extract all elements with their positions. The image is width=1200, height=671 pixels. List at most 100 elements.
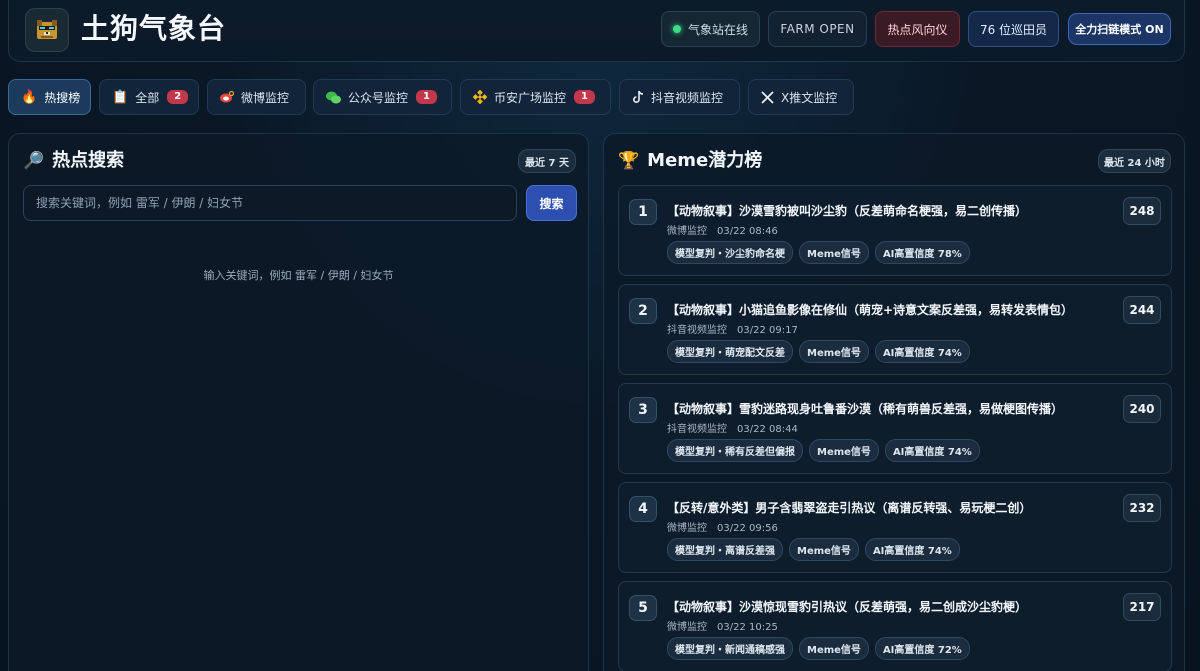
tab-wechat[interactable]: 公众号监控 1 bbox=[313, 79, 452, 115]
tag-model-review: 模型复判・萌宠配文反差 bbox=[667, 340, 793, 363]
meme-item-time: 03/22 10:25 bbox=[717, 622, 778, 633]
meme-item-time: 03/22 08:46 bbox=[717, 226, 778, 237]
trophy-icon: 🏆 bbox=[618, 151, 640, 171]
meme-item-title: 【反转/意外类】男子含翡翠盗走引热议（离谱反转强、易玩梗二创） bbox=[667, 501, 1032, 515]
tab-badge: 2 bbox=[167, 90, 189, 104]
tab-label: 公众号监控 bbox=[348, 90, 409, 105]
search-button[interactable]: 搜索 bbox=[526, 185, 577, 221]
meme-item-tags: 模型复判・沙尘豹命名梗 Meme信号 AI高置信度 78% bbox=[667, 241, 976, 264]
tag-meme-signal: Meme信号 bbox=[799, 241, 869, 264]
meme-item-tags: 模型复判・新闻通稿感强 Meme信号 AI高置信度 72% bbox=[667, 637, 976, 660]
tag-meme-signal: Meme信号 bbox=[799, 340, 869, 363]
tag-ai-confidence: AI高置信度 78% bbox=[874, 241, 970, 264]
meme-item[interactable]: 4 【反转/意外类】男子含翡翠盗走引热议（离谱反转强、易玩梗二创） 微博监控 03… bbox=[618, 482, 1172, 573]
meme-item-meta: 微博监控 03/22 10:25 bbox=[667, 618, 778, 633]
app-title: 土狗气象台 bbox=[81, 12, 227, 45]
patrol-count-badge: 76 位巡田员 bbox=[968, 11, 1059, 47]
tag-model-review: 模型复判・新闻通稿感强 bbox=[667, 637, 793, 660]
app-header: 土狗气象台 气象站在线 FARM OPEN 热点风向仪 76 位巡田员 全力扫链… bbox=[8, 0, 1185, 62]
tab-badge: 1 bbox=[574, 90, 595, 104]
station-online-label: 气象站在线 bbox=[687, 22, 748, 37]
meme-item-title: 【动物叙事】雪豹迷路现身吐鲁番沙漠（稀有萌兽反差强，易做梗图传播） bbox=[667, 402, 1064, 416]
tag-ai-confidence: AI高置信度 74% bbox=[864, 538, 960, 561]
tag-model-review: 模型复判・稀有反差但偏报 bbox=[667, 439, 803, 462]
dog-pixel-icon bbox=[25, 8, 69, 52]
search-input[interactable] bbox=[23, 185, 517, 221]
meme-item-meta: 微博监控 03/22 09:56 bbox=[667, 519, 778, 534]
meme-item[interactable]: 5 【动物叙事】沙漠惊现雪豹引热议（反差萌强，易二创成沙尘豹梗） 微博监控 03/… bbox=[618, 581, 1172, 671]
meme-score: 244 bbox=[1123, 296, 1161, 324]
tab-weibo[interactable]: 微博监控 bbox=[207, 79, 306, 115]
meme-item-tags: 模型复判・稀有反差但偏报 Meme信号 AI高置信度 74% bbox=[667, 439, 986, 462]
tab-badge: 1 bbox=[416, 90, 437, 104]
farm-open-badge: FARM OPEN bbox=[768, 11, 867, 47]
tag-meme-signal: Meme信号 bbox=[809, 439, 879, 462]
tag-meme-signal: Meme信号 bbox=[799, 637, 869, 660]
meme-potential-panel: 🏆 Meme潜力榜 最近 24 小时 1 【动物叙事】沙漠雪豹被叫沙尘豹（反差萌… bbox=[603, 133, 1185, 671]
meme-item-time: 03/22 09:17 bbox=[737, 325, 798, 336]
meme-score: 240 bbox=[1123, 395, 1161, 423]
meme-score: 232 bbox=[1123, 494, 1161, 522]
meme-item-source: 抖音视频监控 bbox=[667, 424, 727, 435]
tab-label: 抖音视频监控 bbox=[651, 90, 724, 105]
clipboard-icon: 📋 bbox=[112, 89, 129, 105]
range-badge-24h: 最近 24 小时 bbox=[1098, 149, 1171, 173]
tab-binance-square[interactable]: 币安广场监控 1 bbox=[460, 79, 611, 115]
hot-search-panel: 🔎 热点搜索 最近 7 天 搜索 输入关键词，例如 雷军 / 伊朗 / 妇女节 bbox=[8, 133, 589, 671]
meme-item-time: 03/22 08:44 bbox=[737, 424, 798, 435]
tag-meme-signal: Meme信号 bbox=[789, 538, 859, 561]
tab-label: 币安广场监控 bbox=[494, 90, 567, 105]
rank-badge: 1 bbox=[629, 199, 657, 225]
meme-item-tags: 模型复判・萌宠配文反差 Meme信号 AI高置信度 74% bbox=[667, 340, 976, 363]
meme-score: 248 bbox=[1123, 197, 1161, 225]
tab-hot-search[interactable]: 🔥 热搜榜 bbox=[8, 79, 91, 115]
fire-icon: 🔥 bbox=[21, 89, 38, 105]
meme-item[interactable]: 2 【动物叙事】小猫追鱼影像在修仙（萌宠+诗意文案反差强，易转发表情包） 抖音视… bbox=[618, 284, 1172, 375]
meme-item-meta: 抖音视频监控 03/22 08:44 bbox=[667, 420, 798, 435]
meme-score: 217 bbox=[1123, 593, 1161, 621]
meme-item-source: 抖音视频监控 bbox=[667, 325, 727, 336]
tab-x-posts[interactable]: X推文监控 bbox=[748, 79, 854, 115]
meme-item-time: 03/22 09:56 bbox=[717, 523, 778, 534]
meme-item-source: 微博监控 bbox=[667, 226, 707, 237]
meme-item[interactable]: 1 【动物叙事】沙漠雪豹被叫沙尘豹（反差萌命名梗强，易二创传播） 微博监控 03/… bbox=[618, 185, 1172, 276]
tag-ai-confidence: AI高置信度 74% bbox=[884, 439, 980, 462]
hot-search-title: 🔎 热点搜索 bbox=[23, 148, 124, 174]
tag-model-review: 模型复判・沙尘豹命名梗 bbox=[667, 241, 793, 264]
rank-badge: 3 bbox=[629, 397, 657, 423]
meme-item[interactable]: 3 【动物叙事】雪豹迷路现身吐鲁番沙漠（稀有萌兽反差强，易做梗图传播） 抖音视频… bbox=[618, 383, 1172, 474]
meme-item-title: 【动物叙事】沙漠雪豹被叫沙尘豹（反差萌命名梗强，易二创传播） bbox=[667, 204, 1028, 218]
tiktok-icon bbox=[632, 90, 644, 104]
weibo-icon bbox=[220, 91, 234, 103]
station-online-status: 气象站在线 bbox=[661, 11, 760, 47]
meme-item-title: 【动物叙事】小猫追鱼影像在修仙（萌宠+诗意文案反差强，易转发表情包） bbox=[667, 303, 1074, 317]
empty-hint: 输入关键词，例如 雷军 / 伊朗 / 妇女节 bbox=[203, 269, 394, 282]
rank-badge: 2 bbox=[629, 298, 657, 324]
tag-ai-confidence: AI高置信度 74% bbox=[874, 340, 970, 363]
binance-icon bbox=[473, 90, 487, 104]
meme-item-source: 微博监控 bbox=[667, 523, 707, 534]
meme-panel-title: 🏆 Meme潜力榜 bbox=[618, 148, 762, 174]
magnifier-icon: 🔎 bbox=[23, 151, 45, 171]
tab-all[interactable]: 📋 全部 2 bbox=[99, 79, 199, 115]
tab-label: X推文监控 bbox=[781, 90, 838, 105]
tab-label: 热搜榜 bbox=[44, 90, 81, 105]
full-scan-toggle[interactable]: 全力扫链模式 ON bbox=[1068, 13, 1171, 45]
meme-item-tags: 模型复判・离谱反差强 Meme信号 AI高置信度 74% bbox=[667, 538, 966, 561]
meme-item-meta: 微博监控 03/22 08:46 bbox=[667, 222, 778, 237]
wechat-icon bbox=[326, 91, 341, 104]
tab-douyin[interactable]: 抖音视频监控 bbox=[619, 79, 740, 115]
tab-label: 全部 bbox=[135, 90, 160, 105]
rank-badge: 5 bbox=[629, 595, 657, 621]
meme-item-meta: 抖音视频监控 03/22 09:17 bbox=[667, 321, 798, 336]
hot-wind-button[interactable]: 热点风向仪 bbox=[875, 11, 960, 47]
rank-badge: 4 bbox=[629, 496, 657, 522]
tab-label: 微博监控 bbox=[241, 90, 290, 105]
meme-panel-title-text: Meme潜力榜 bbox=[647, 150, 763, 171]
tag-model-review: 模型复判・离谱反差强 bbox=[667, 538, 783, 561]
range-badge-7d: 最近 7 天 bbox=[518, 149, 576, 173]
hot-search-title-text: 热点搜索 bbox=[52, 150, 125, 171]
tag-ai-confidence: AI高置信度 72% bbox=[874, 637, 970, 660]
meme-item-source: 微博监控 bbox=[667, 622, 707, 633]
x-icon bbox=[761, 90, 774, 104]
